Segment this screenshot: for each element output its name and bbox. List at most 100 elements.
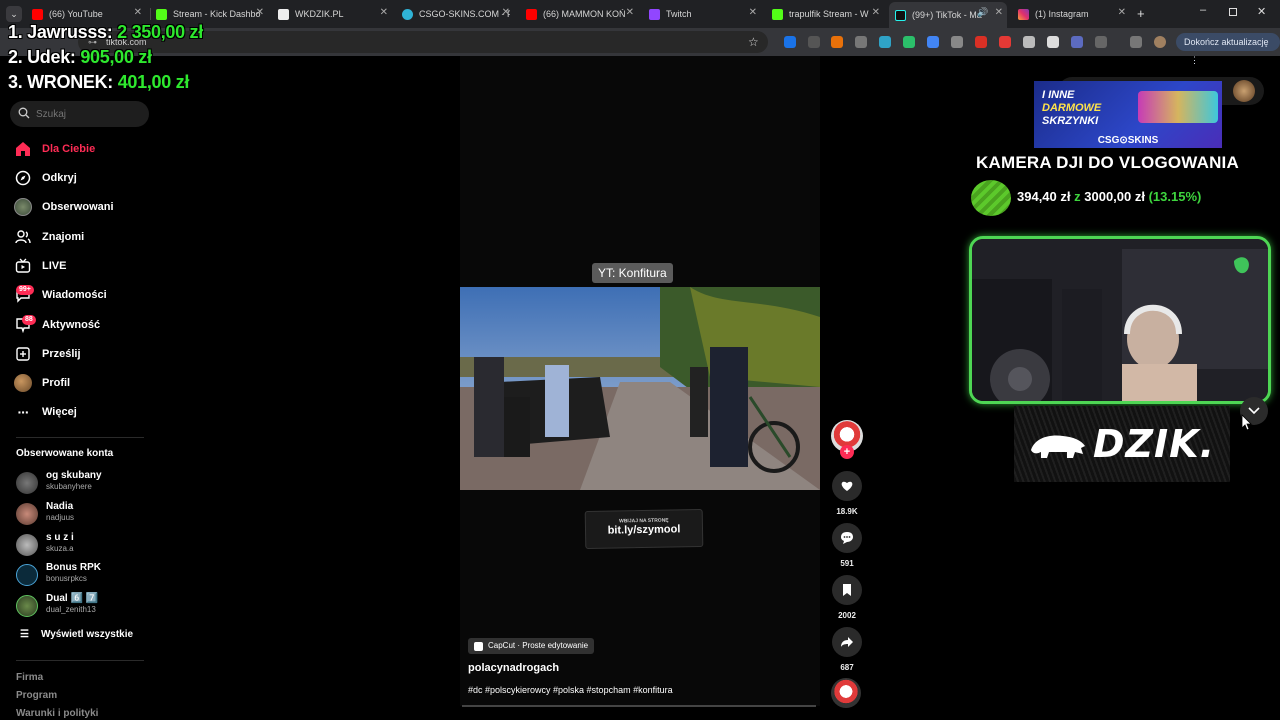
- extension-icon[interactable]: [1023, 36, 1035, 48]
- close-window-button[interactable]: ✕: [1257, 5, 1266, 18]
- search-input[interactable]: [36, 101, 136, 127]
- close-icon[interactable]: ✕: [380, 7, 388, 18]
- extension-icon[interactable]: [975, 36, 987, 48]
- extension-icon[interactable]: [903, 36, 915, 48]
- share-count: 687: [840, 663, 854, 672]
- see-all-button[interactable]: ☰ Wyświetl wszystkie: [20, 629, 133, 640]
- close-icon[interactable]: ✕: [749, 7, 757, 18]
- extension-icon[interactable]: [927, 36, 939, 48]
- new-tab-button[interactable]: +: [1137, 6, 1145, 21]
- share-button[interactable]: [832, 627, 862, 657]
- profile-avatar-icon[interactable]: [1154, 36, 1166, 48]
- nav-label: Wiadomości: [42, 289, 107, 301]
- account-handle: nadjuus: [46, 513, 75, 522]
- update-button[interactable]: Dokończ aktualizację ⋮: [1176, 33, 1280, 65]
- close-icon[interactable]: ✕: [502, 7, 510, 18]
- search-box[interactable]: [10, 101, 149, 127]
- account-handle: skuza.a: [46, 544, 74, 553]
- speaker-icon[interactable]: 🔊: [977, 7, 988, 18]
- nav-label: Aktywność: [42, 319, 101, 331]
- bookmark-icon: [843, 584, 851, 596]
- extension-icon[interactable]: [855, 36, 867, 48]
- instagram-icon: [1018, 8, 1029, 20]
- nav-friends[interactable]: Znajomi: [14, 226, 84, 248]
- tab-title: (99+) TikTok - Ma: [912, 10, 982, 20]
- nav-upload[interactable]: Prześlij: [14, 343, 81, 365]
- extension-icon[interactable]: [831, 36, 843, 48]
- tab-kick-trapulfik[interactable]: trapulfik Stream - W ✕: [772, 4, 880, 24]
- footer-link[interactable]: Program: [16, 690, 57, 701]
- avatar: [16, 534, 38, 556]
- friends-icon: [14, 228, 32, 246]
- tab-title: (66) YouTube: [49, 9, 103, 19]
- account-name: Nadia: [46, 501, 74, 512]
- tab-kick-dashboard[interactable]: Stream - Kick Dashbo ✕: [156, 4, 264, 24]
- tab-title: CSGO-SKINS.COM - F: [419, 9, 510, 19]
- extension-icon[interactable]: [999, 36, 1011, 48]
- close-icon[interactable]: ✕: [995, 7, 1003, 18]
- goal-separator: z: [1074, 189, 1081, 204]
- close-icon[interactable]: ✕: [1118, 7, 1126, 18]
- nav-live[interactable]: LIVE: [14, 255, 66, 277]
- follow-plus-icon[interactable]: +: [840, 445, 854, 459]
- youtube-icon: [526, 8, 537, 20]
- video-author[interactable]: polacynadrogach: [468, 662, 559, 674]
- nav-following[interactable]: Obserwowani: [14, 196, 114, 218]
- nav-label: Prześlij: [42, 348, 81, 360]
- tab-title: (1) Instagram: [1035, 9, 1089, 19]
- extension-icon[interactable]: [1071, 36, 1083, 48]
- comment-icon: [841, 532, 853, 544]
- minimize-button[interactable]: –: [1200, 4, 1206, 16]
- reading-list-icon[interactable]: [1130, 36, 1142, 48]
- extension-icon[interactable]: [784, 36, 796, 48]
- extension-icon[interactable]: [1047, 36, 1059, 48]
- tab-title: Stream - Kick Dashbo: [173, 9, 261, 19]
- comment-button[interactable]: [832, 523, 862, 553]
- like-button[interactable]: [832, 471, 862, 501]
- nav-for-you[interactable]: Dla Ciebie: [14, 138, 95, 160]
- extension-icon[interactable]: [951, 36, 963, 48]
- video-progress-bar[interactable]: [462, 705, 816, 707]
- maximize-button[interactable]: [1229, 8, 1237, 16]
- nav-label: Dla Ciebie: [42, 143, 96, 155]
- account-name: Dual 6️⃣ 7️⃣: [46, 593, 99, 604]
- close-icon[interactable]: ✕: [134, 7, 142, 18]
- more-vert-icon[interactable]: ⋮: [1190, 55, 1199, 65]
- footer-link[interactable]: Firma: [16, 672, 43, 683]
- extensions-puzzle-icon[interactable]: [1095, 36, 1107, 48]
- heart-icon: [841, 481, 853, 491]
- user-avatar[interactable]: [1233, 80, 1255, 102]
- search-icon: [18, 106, 30, 119]
- goal-progress-icon: [971, 180, 1011, 216]
- tab-csgo-skins[interactable]: CSGO-SKINS.COM - F ✕: [402, 4, 510, 24]
- sidebar-divider: [16, 437, 144, 438]
- nav-label: Profil: [42, 377, 71, 389]
- extension-icon[interactable]: [808, 36, 820, 48]
- tab-title: WKDZIK.PL: [295, 9, 344, 19]
- close-icon[interactable]: ✕: [256, 7, 264, 18]
- nav-explore[interactable]: Odkryj: [14, 167, 77, 189]
- tab-search-button[interactable]: ⌄: [6, 6, 22, 22]
- tab-tiktok-active[interactable]: (99+) TikTok - Ma 🔊 ✕: [889, 2, 1007, 28]
- bookmark-star-icon[interactable]: ☆: [748, 31, 759, 53]
- tab-twitch[interactable]: Twitch ✕: [649, 4, 757, 24]
- account-handle: skubanyhere: [46, 482, 92, 491]
- save-button[interactable]: [832, 575, 862, 605]
- music-disc[interactable]: [831, 678, 861, 708]
- capcut-badge[interactable]: CapCut · Proste edytowanie: [468, 638, 595, 654]
- tab-youtube-mammon[interactable]: (66) MAMMON KOŃ ✕: [526, 4, 634, 24]
- nav-more[interactable]: ··· Więcej: [14, 401, 77, 423]
- video-hashtags[interactable]: #dc #polscykierowcy #polska #stopcham #k…: [468, 685, 673, 695]
- dzik-brand-banner: DZIK.: [1014, 406, 1230, 482]
- tab-wkdzik[interactable]: WKDZIK.PL ✕: [278, 4, 388, 24]
- tab-youtube[interactable]: (66) YouTube ✕: [32, 4, 142, 24]
- nav-profile[interactable]: Profil: [14, 372, 70, 394]
- close-icon[interactable]: ✕: [626, 7, 634, 18]
- extension-icon[interactable]: [879, 36, 891, 48]
- live-tv-icon: [14, 257, 32, 275]
- video-frame[interactable]: [460, 287, 820, 490]
- leaderboard-amount: 401,00 zł: [117, 72, 190, 92]
- footer-link[interactable]: Warunki i polityki: [16, 708, 98, 719]
- close-icon[interactable]: ✕: [872, 7, 880, 18]
- tab-instagram[interactable]: (1) Instagram ✕: [1018, 4, 1126, 24]
